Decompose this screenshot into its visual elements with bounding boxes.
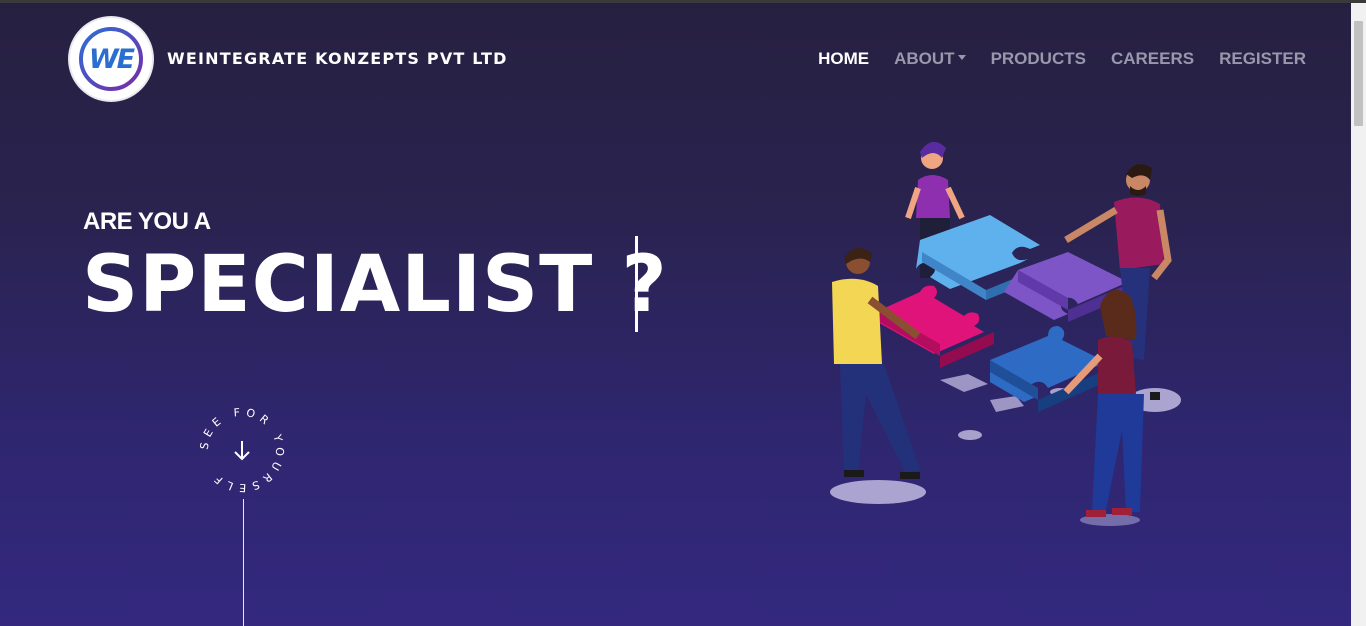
window-top-border bbox=[0, 0, 1366, 3]
nav-about-label: ABOUT bbox=[894, 49, 955, 68]
company-logo[interactable]: WE bbox=[70, 18, 152, 100]
nav-home[interactable]: HOME bbox=[818, 49, 869, 69]
nav-about[interactable]: ABOUT bbox=[894, 49, 966, 69]
scroll-line bbox=[243, 499, 244, 626]
arrow-down-icon bbox=[234, 441, 250, 461]
main-navigation: HOME ABOUT PRODUCTS CAREERS REGISTER bbox=[793, 49, 1306, 69]
hero-subtitle: ARE YOU A bbox=[83, 208, 211, 235]
chevron-down-icon bbox=[957, 55, 966, 61]
nav-register[interactable]: REGISTER bbox=[1219, 49, 1306, 69]
typing-cursor bbox=[635, 236, 638, 332]
see-for-yourself-badge[interactable]: SEE FOR YOURSELF bbox=[196, 404, 288, 496]
logo-text: WE bbox=[88, 44, 135, 75]
team-puzzle-illustration bbox=[830, 141, 1181, 526]
scroll-badge-graphic: SEE FOR YOURSELF bbox=[198, 406, 282, 495]
company-name: WEINTEGRATE KONZEPTS PVT LTD bbox=[167, 49, 508, 68]
nav-careers[interactable]: CAREERS bbox=[1111, 49, 1194, 69]
nav-products[interactable]: PRODUCTS bbox=[991, 49, 1086, 69]
hero-title: SPECIALIST ? bbox=[82, 240, 668, 330]
scrollbar-thumb[interactable] bbox=[1354, 21, 1363, 126]
vertical-scrollbar[interactable] bbox=[1351, 3, 1366, 626]
